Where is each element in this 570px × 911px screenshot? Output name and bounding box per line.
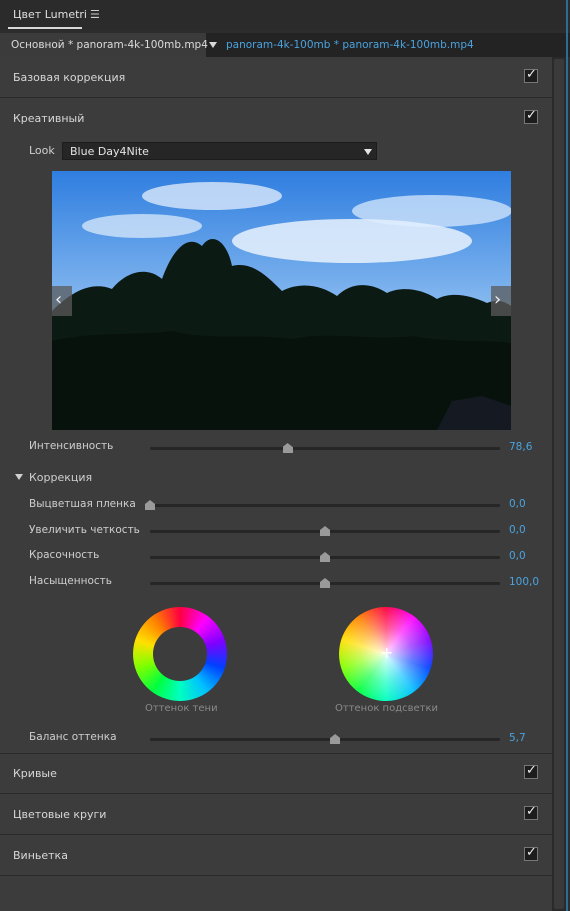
- scrollbar-thumb[interactable]: [554, 59, 564, 909]
- previous-look-button[interactable]: ‹: [52, 286, 72, 316]
- next-look-button[interactable]: ›: [491, 286, 511, 316]
- color-wheels-checkbox[interactable]: [524, 804, 538, 820]
- look-value: Blue Day4Nite: [70, 145, 149, 158]
- look-dropdown[interactable]: Blue Day4Nite: [62, 142, 377, 160]
- panel-focus-border: [566, 0, 568, 911]
- saturation-value[interactable]: 100,0: [509, 576, 539, 588]
- section-color-wheels[interactable]: Цветовые круги: [0, 794, 552, 835]
- section-label: Креативный: [13, 112, 85, 125]
- sharpen-label: Увеличить четкость: [29, 524, 140, 536]
- crosshair-icon[interactable]: +: [380, 645, 393, 661]
- creative-header[interactable]: Креативный: [0, 98, 552, 138]
- vibrance-value[interactable]: 0,0: [509, 550, 526, 562]
- section-vignette[interactable]: Виньетка: [0, 835, 552, 876]
- intensity-value[interactable]: 78,6: [509, 441, 532, 453]
- tint-balance-slider[interactable]: [150, 738, 500, 744]
- hamburger-menu-icon[interactable]: ☰: [90, 8, 100, 21]
- correction-toggle[interactable]: Коррекция: [15, 471, 92, 484]
- creative-checkbox[interactable]: [524, 108, 538, 124]
- scrollbar[interactable]: [552, 57, 566, 911]
- chevron-down-icon: [364, 149, 372, 155]
- faded-film-value[interactable]: 0,0: [509, 498, 526, 510]
- section-label: Кривые: [13, 767, 57, 780]
- faded-film-slider[interactable]: [145, 504, 500, 510]
- sequence-clip-link[interactable]: panoram-4k-100mb * panoram-4k-100mb.mp4: [226, 39, 474, 51]
- master-clip-label: Основной * panoram-4k-100mb.mp4: [11, 39, 208, 51]
- correction-label: Коррекция: [29, 471, 93, 484]
- saturation-slider[interactable]: [150, 582, 500, 588]
- vibrance-label: Красочность: [29, 549, 100, 561]
- highlight-tint-label: Оттенок подсветки: [335, 703, 439, 714]
- look-preview-image: ‹ ›: [52, 171, 511, 430]
- section-label: Цветовые круги: [13, 808, 107, 821]
- shadow-tint-label: Оттенок тени: [145, 703, 218, 714]
- shadow-tint-wheel-center: [153, 627, 207, 681]
- active-tab-indicator: [8, 27, 82, 29]
- faded-film-label: Выцветшая пленка: [29, 498, 136, 510]
- highlight-tint-wheel[interactable]: +: [339, 607, 433, 701]
- look-label: Look: [29, 144, 55, 157]
- section-curves[interactable]: Кривые: [0, 753, 552, 794]
- intensity-slider[interactable]: [150, 447, 500, 453]
- intensity-label: Интенсивность: [29, 440, 114, 452]
- vignette-checkbox[interactable]: [524, 845, 538, 861]
- chevron-left-icon: ‹: [55, 289, 63, 310]
- lumetri-content: Базовая коррекция Креативный Look Blue D…: [0, 57, 552, 911]
- panel-title[interactable]: Цвет Lumetri: [13, 8, 87, 21]
- basic-correction-checkbox[interactable]: [524, 67, 538, 83]
- master-clip-tab[interactable]: Основной * panoram-4k-100mb.mp4: [0, 33, 208, 57]
- clip-selector-bar: Основной * panoram-4k-100mb.mp4 panoram-…: [0, 33, 570, 57]
- clip-dropdown-arrow-icon[interactable]: [209, 42, 217, 48]
- vibrance-slider[interactable]: [150, 556, 500, 562]
- saturation-label: Насыщенность: [29, 575, 112, 587]
- triangle-down-icon: [15, 474, 23, 480]
- tint-balance-value[interactable]: 5,7: [509, 732, 526, 744]
- curves-checkbox[interactable]: [524, 763, 538, 779]
- chevron-right-icon: ›: [494, 289, 502, 310]
- section-basic-correction[interactable]: Базовая коррекция: [0, 57, 552, 98]
- section-label: Базовая коррекция: [13, 71, 126, 84]
- panel-header: Цвет Lumetri ☰: [0, 0, 570, 30]
- tint-balance-label: Баланс оттенка: [29, 731, 117, 743]
- shadow-tint-wheel[interactable]: [133, 607, 227, 701]
- sharpen-value[interactable]: 0,0: [509, 524, 526, 536]
- section-label: Виньетка: [13, 849, 68, 862]
- sharpen-slider[interactable]: [150, 530, 500, 536]
